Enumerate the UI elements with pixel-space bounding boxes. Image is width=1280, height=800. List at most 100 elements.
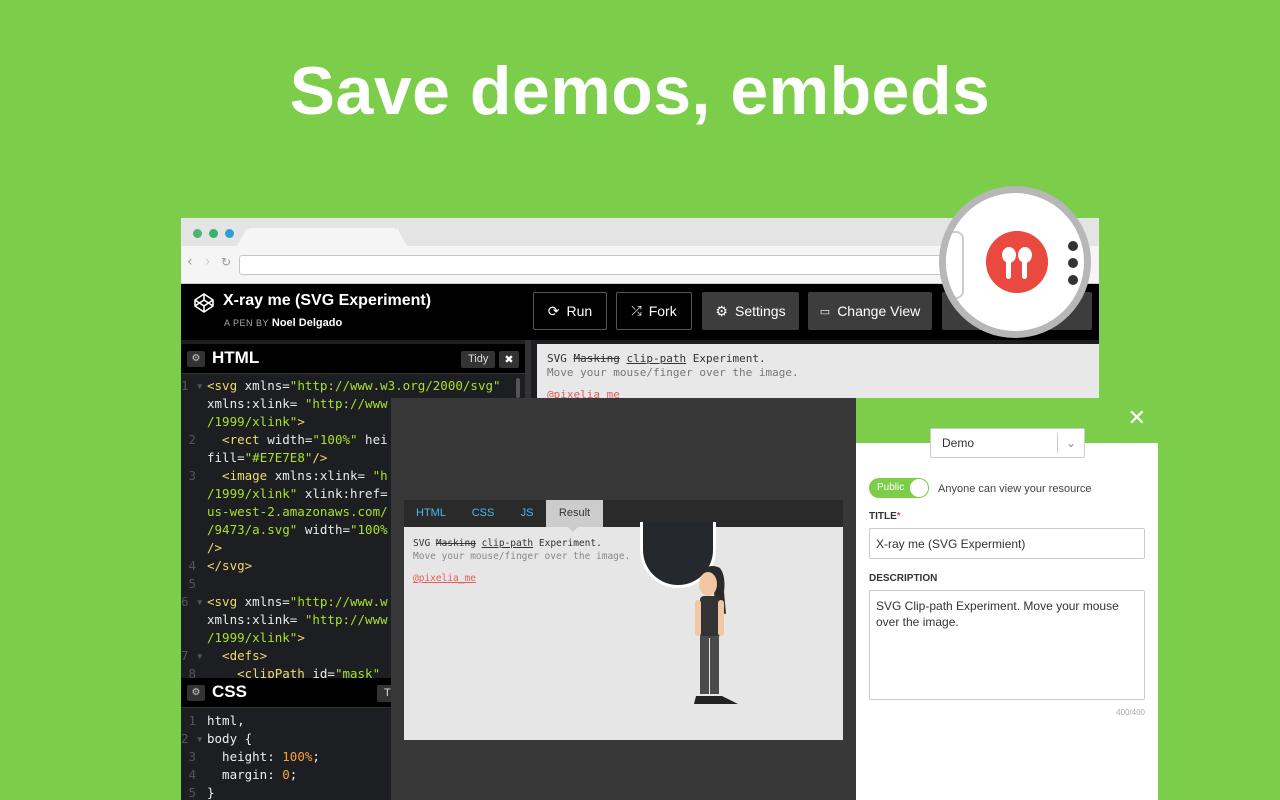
code-token: 0 <box>282 767 290 782</box>
fork-label: Fork <box>648 303 677 319</box>
preview-line1-suffix: Experiment. <box>686 352 766 365</box>
back-icon[interactable]: ‹ <box>187 254 193 270</box>
html-settings-gear-icon[interactable]: ⚙ <box>187 351 205 367</box>
html-tidy-button[interactable]: Tidy <box>461 351 496 368</box>
code-token: xmlns= <box>244 378 290 393</box>
public-toggle[interactable]: Public <box>869 478 929 498</box>
code-token: xlink:href= <box>297 486 388 501</box>
code-token: width= <box>297 522 350 537</box>
tab-html[interactable]: HTML <box>404 500 458 527</box>
css-panel-title: CSS <box>212 682 247 701</box>
code-token: xmlns:xlink= <box>207 396 305 411</box>
title-label: TITLE* <box>869 511 901 522</box>
close-dot[interactable] <box>193 229 202 238</box>
code-line: 5} <box>181 784 320 800</box>
code-token: <svg <box>207 594 245 609</box>
codepen-logo-icon[interactable] <box>193 292 215 314</box>
embed-text: SVG Masking clip-path Experiment. Move y… <box>413 537 630 563</box>
fork-button[interactable]: ⤮ Fork <box>616 292 692 330</box>
line-number: 6 ▾ <box>181 594 204 609</box>
code-token: "http://www <box>304 396 388 411</box>
line-number: 3 <box>188 749 196 764</box>
code-token: us-west-2.amazonaws.com/ <box>207 504 388 519</box>
embed-strike-word: Masking <box>435 538 476 549</box>
line-number: 1 ▾ <box>181 378 204 393</box>
code-line: 4 margin: 0; <box>181 766 320 784</box>
minimize-dot[interactable] <box>209 229 218 238</box>
code-token: width= <box>267 432 313 447</box>
description-label: DESCRIPTION <box>869 573 938 584</box>
demo-preview-area: HTML CSS JS Result SVG Masking clip-path… <box>391 398 856 800</box>
code-token: "http://www <box>304 612 388 627</box>
embed-link-word[interactable]: clip-path <box>482 538 533 549</box>
save-resource-panel: ✕ Demo ⌄ Public Anyone can view your res… <box>856 398 1158 800</box>
embed-handle-link[interactable]: @pixelia_me <box>413 573 476 584</box>
forward-icon[interactable]: › <box>205 254 211 270</box>
code-token: "#E7E7E8" <box>244 450 313 465</box>
resource-type-select[interactable]: Demo ⌄ <box>930 428 1085 458</box>
code-token: fill= <box>207 450 245 465</box>
html-panel-title: HTML <box>212 348 260 367</box>
code-line: 1 ▾ <svg xmlns="http://www.w3.org/2000/sv… <box>181 377 501 395</box>
code-token: xmlns:xlink= <box>274 468 373 483</box>
extension-logo-icon[interactable] <box>986 231 1048 293</box>
code-token: margin: <box>207 767 283 782</box>
author-name[interactable]: Noel Delgado <box>272 317 342 329</box>
char-counter: 400/400 <box>1116 708 1145 717</box>
line-number: 5 <box>188 576 196 591</box>
code-token: 100% <box>282 749 313 764</box>
change-view-button[interactable]: ▭ Change View <box>808 292 932 330</box>
maximize-dot[interactable] <box>225 229 234 238</box>
embed-preview[interactable]: HTML CSS JS Result SVG Masking clip-path… <box>404 500 843 740</box>
embed-line1-suffix: Experiment. <box>533 538 602 549</box>
line-number: 2 ▾ <box>181 731 204 746</box>
layout-icon: ▭ <box>819 305 831 318</box>
line-number: 5 <box>188 785 196 800</box>
run-button[interactable]: ⟳ Run <box>533 292 607 330</box>
code-token: html, <box>207 713 245 728</box>
code-token: "http://www.w3.org/2000/svg" <box>289 378 501 393</box>
code-token: /1999/xlink" <box>207 414 298 429</box>
change-view-label: Change View <box>837 303 921 319</box>
tab-css[interactable]: CSS <box>458 500 508 527</box>
reload-icon[interactable]: ↻ <box>221 255 231 269</box>
gear-icon: ⚙ <box>715 302 728 319</box>
line-number: 7 ▾ <box>181 648 204 663</box>
code-token: <image <box>207 468 275 483</box>
code-token: "h <box>372 468 388 483</box>
line-number: 1 <box>188 713 196 728</box>
line-number: 2 <box>188 432 196 447</box>
code-token: "100%" <box>312 432 358 447</box>
code-token: <defs> <box>207 648 268 663</box>
css-settings-gear-icon[interactable]: ⚙ <box>187 685 205 701</box>
pen-title: X-ray me (SVG Experiment) <box>223 292 432 309</box>
more-options-icon[interactable] <box>1068 241 1080 292</box>
toggle-knob <box>910 479 928 497</box>
browser-tab[interactable] <box>237 228 407 246</box>
preview-strike-word: Masking <box>573 352 620 365</box>
css-code-editor[interactable]: 1 html, 2 ▾ body {3 height: 100%; 4 margin: … <box>181 712 320 800</box>
code-token: ; <box>312 749 320 764</box>
code-token: /1999/xlink" <box>207 486 298 501</box>
code-token: xmlns:xlink= <box>207 612 305 627</box>
chevron-down-icon: ⌄ <box>1057 433 1084 453</box>
title-input[interactable]: X-ray me (SVG Expermient) <box>869 528 1145 559</box>
code-token: "100% <box>350 522 388 537</box>
code-token: /9473/a.svg" <box>207 522 298 537</box>
code-token: <svg <box>207 378 245 393</box>
run-icon: ⟳ <box>547 302 560 319</box>
close-icon[interactable]: ✕ <box>1128 406 1146 431</box>
resource-type-value: Demo <box>942 436 975 450</box>
tab-js[interactable]: JS <box>508 500 546 527</box>
code-token: xmlns= <box>244 594 290 609</box>
toggle-label: Public <box>877 482 905 493</box>
description-textarea[interactable]: SVG Clip-path Experiment. Move your mous… <box>869 590 1145 700</box>
tab-result[interactable]: Result <box>546 500 603 532</box>
fork-icon: ⤮ <box>631 303 642 318</box>
settings-button[interactable]: ⚙ Settings <box>702 292 799 330</box>
html-scrollbar[interactable] <box>516 378 520 398</box>
code-token: > <box>297 630 305 645</box>
html-close-button[interactable]: ✖ <box>499 351 519 368</box>
byline-prefix: A PEN BY <box>224 318 269 328</box>
preview-link-word[interactable]: clip-path <box>626 352 686 365</box>
